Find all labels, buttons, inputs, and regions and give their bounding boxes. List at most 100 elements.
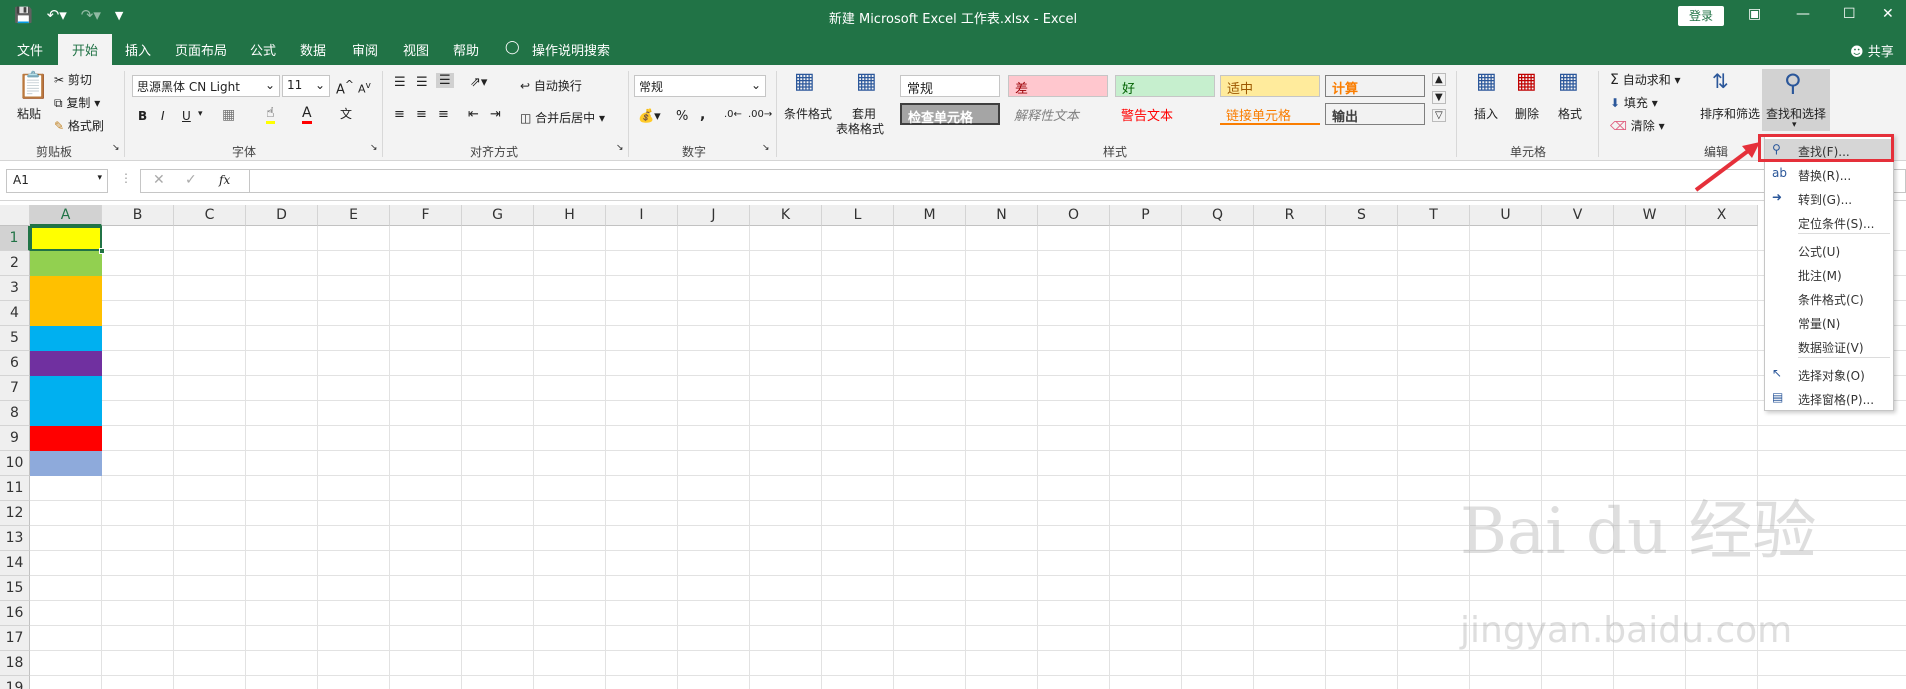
name-box[interactable]: A1 ▾ — [6, 169, 108, 193]
row-header[interactable]: 2 — [0, 251, 30, 276]
format-painter-button[interactable]: ✎ 格式刷 — [54, 117, 104, 134]
maximize-icon[interactable]: ☐ — [1843, 6, 1856, 22]
cell-style-item[interactable]: 链接单元格 — [1220, 103, 1320, 125]
menu-item[interactable]: ab 替换(R)... — [1765, 163, 1893, 185]
sort-filter-icon[interactable]: ⇅ — [1712, 69, 1729, 93]
column-header[interactable]: A — [30, 205, 102, 226]
conditional-format-button[interactable]: 条件格式 — [784, 105, 832, 122]
delete-cells-button[interactable]: 删除 — [1515, 105, 1539, 122]
filled-cell[interactable] — [30, 251, 102, 276]
copy-button[interactable]: ⧉ 复制 ▾ — [54, 94, 100, 111]
increase-font-icon[interactable]: A^ — [336, 78, 354, 97]
column-header[interactable]: H — [534, 205, 606, 226]
decrease-indent-icon[interactable]: ⇤ — [468, 107, 479, 122]
login-button[interactable]: 登录 — [1678, 6, 1724, 26]
currency-icon[interactable]: 💰▾ — [638, 109, 661, 124]
row-header[interactable]: 4 — [0, 301, 30, 326]
menu-item[interactable]: 公式(U) — [1765, 239, 1893, 261]
row-header[interactable]: 8 — [0, 401, 30, 426]
menu-item[interactable]: 批注(M) — [1765, 263, 1893, 285]
row-header[interactable]: 12 — [0, 501, 30, 526]
insert-cells-icon[interactable]: ▦ — [1476, 69, 1497, 94]
gallery-scroll-up-icon[interactable]: ▲ — [1432, 73, 1446, 86]
cancel-icon[interactable]: ✕ — [153, 172, 165, 188]
align-top-icon[interactable]: ☰ — [394, 75, 406, 90]
column-header[interactable]: R — [1254, 205, 1326, 226]
tab-data[interactable]: 数据 — [300, 40, 326, 59]
font-color-icon[interactable]: A — [302, 105, 312, 124]
dialog-launcher-icon[interactable]: ↘ — [616, 143, 624, 153]
clear-button[interactable]: ⌫ 清除 ▾ — [1610, 117, 1665, 134]
underline-button[interactable]: U — [182, 109, 191, 123]
paste-icon[interactable]: 📋 — [17, 71, 49, 101]
column-header[interactable]: J — [678, 205, 750, 226]
row-header[interactable]: 14 — [0, 551, 30, 576]
cell-style-item[interactable]: 解释性文本 — [1008, 103, 1108, 125]
filled-cell[interactable] — [30, 401, 102, 426]
column-header[interactable]: G — [462, 205, 534, 226]
align-middle-icon[interactable]: ☰ — [416, 75, 428, 90]
align-right-icon[interactable]: ≡ — [438, 107, 449, 122]
column-header[interactable]: V — [1542, 205, 1614, 226]
row-header[interactable]: 11 — [0, 476, 30, 501]
conditional-format-icon[interactable]: ▦ — [794, 69, 815, 94]
filled-cell[interactable] — [30, 301, 102, 326]
formula-input[interactable] — [250, 169, 1906, 193]
menu-item[interactable]: 条件格式(C) — [1765, 287, 1893, 309]
tab-view[interactable]: 视图 — [403, 40, 429, 59]
fill-color-icon[interactable]: ☝ — [266, 105, 275, 124]
select-all-corner[interactable] — [0, 205, 30, 226]
format-cells-button[interactable]: 格式 — [1558, 105, 1582, 122]
minimize-icon[interactable]: — — [1796, 6, 1810, 22]
insert-function-button[interactable]: fx — [219, 173, 230, 187]
column-header[interactable]: F — [390, 205, 462, 226]
tab-review[interactable]: 审阅 — [352, 40, 378, 59]
column-header[interactable]: S — [1326, 205, 1398, 226]
column-header[interactable]: P — [1110, 205, 1182, 226]
cell-style-item[interactable]: 输出 — [1325, 103, 1425, 125]
column-header[interactable]: I — [606, 205, 678, 226]
column-header[interactable]: M — [894, 205, 966, 226]
dialog-launcher-icon[interactable]: ↘ — [112, 143, 120, 153]
column-header[interactable]: E — [318, 205, 390, 226]
autosum-button[interactable]: Σ 自动求和 ▾ — [1610, 71, 1681, 88]
number-format-select[interactable]: 常规 ⌄ — [634, 75, 766, 97]
column-header[interactable]: B — [102, 205, 174, 226]
row-header[interactable]: 3 — [0, 276, 30, 301]
gallery-more-icon[interactable]: ▽ — [1432, 109, 1446, 122]
table-format-button[interactable]: 表格格式 — [836, 120, 884, 137]
cell-style-item[interactable]: 差 — [1008, 75, 1108, 97]
tab-page-layout[interactable]: 页面布局 — [175, 40, 227, 59]
find-select-dropdown-icon[interactable]: ▾ — [1792, 120, 1797, 130]
merge-center-button[interactable]: ◫ 合并后居中 ▾ — [520, 109, 605, 126]
column-header[interactable]: K — [750, 205, 822, 226]
row-header[interactable]: 13 — [0, 526, 30, 551]
align-bottom-icon[interactable]: ☰ — [436, 73, 454, 88]
enter-icon[interactable]: ✓ — [185, 172, 197, 188]
underline-dropdown-icon[interactable]: ▾ — [198, 109, 203, 119]
column-header[interactable]: O — [1038, 205, 1110, 226]
phonetic-icon[interactable]: 文 — [340, 105, 352, 122]
dialog-launcher-icon[interactable]: ↘ — [370, 143, 378, 153]
comma-button[interactable]: , — [700, 107, 705, 123]
tab-formulas[interactable]: 公式 — [250, 40, 276, 59]
filled-cell[interactable] — [30, 351, 102, 376]
menu-item[interactable]: 常量(N) — [1765, 311, 1893, 333]
menu-item[interactable]: 定位条件(S)... — [1765, 211, 1893, 233]
column-header[interactable]: D — [246, 205, 318, 226]
orientation-icon[interactable]: ⇗▾ — [470, 75, 487, 90]
italic-button[interactable]: I — [161, 109, 165, 123]
font-size-select[interactable]: 11 ⌄ — [282, 75, 330, 97]
column-header[interactable]: Q — [1182, 205, 1254, 226]
row-header[interactable]: 5 — [0, 326, 30, 351]
row-header[interactable]: 6 — [0, 351, 30, 376]
cell-style-item[interactable]: 警告文本 — [1115, 103, 1215, 125]
tell-me-search[interactable]: 操作说明搜索 — [532, 40, 610, 59]
fill-button[interactable]: ⬇ 填充 ▾ — [1610, 94, 1658, 111]
filled-cell[interactable] — [30, 326, 102, 351]
row-header[interactable]: 16 — [0, 601, 30, 626]
row-header[interactable]: 17 — [0, 626, 30, 651]
menu-item[interactable]: ▤ 选择窗格(P)... — [1765, 387, 1893, 409]
filled-cell[interactable] — [30, 376, 102, 401]
dialog-launcher-icon[interactable]: ↘ — [762, 143, 770, 153]
